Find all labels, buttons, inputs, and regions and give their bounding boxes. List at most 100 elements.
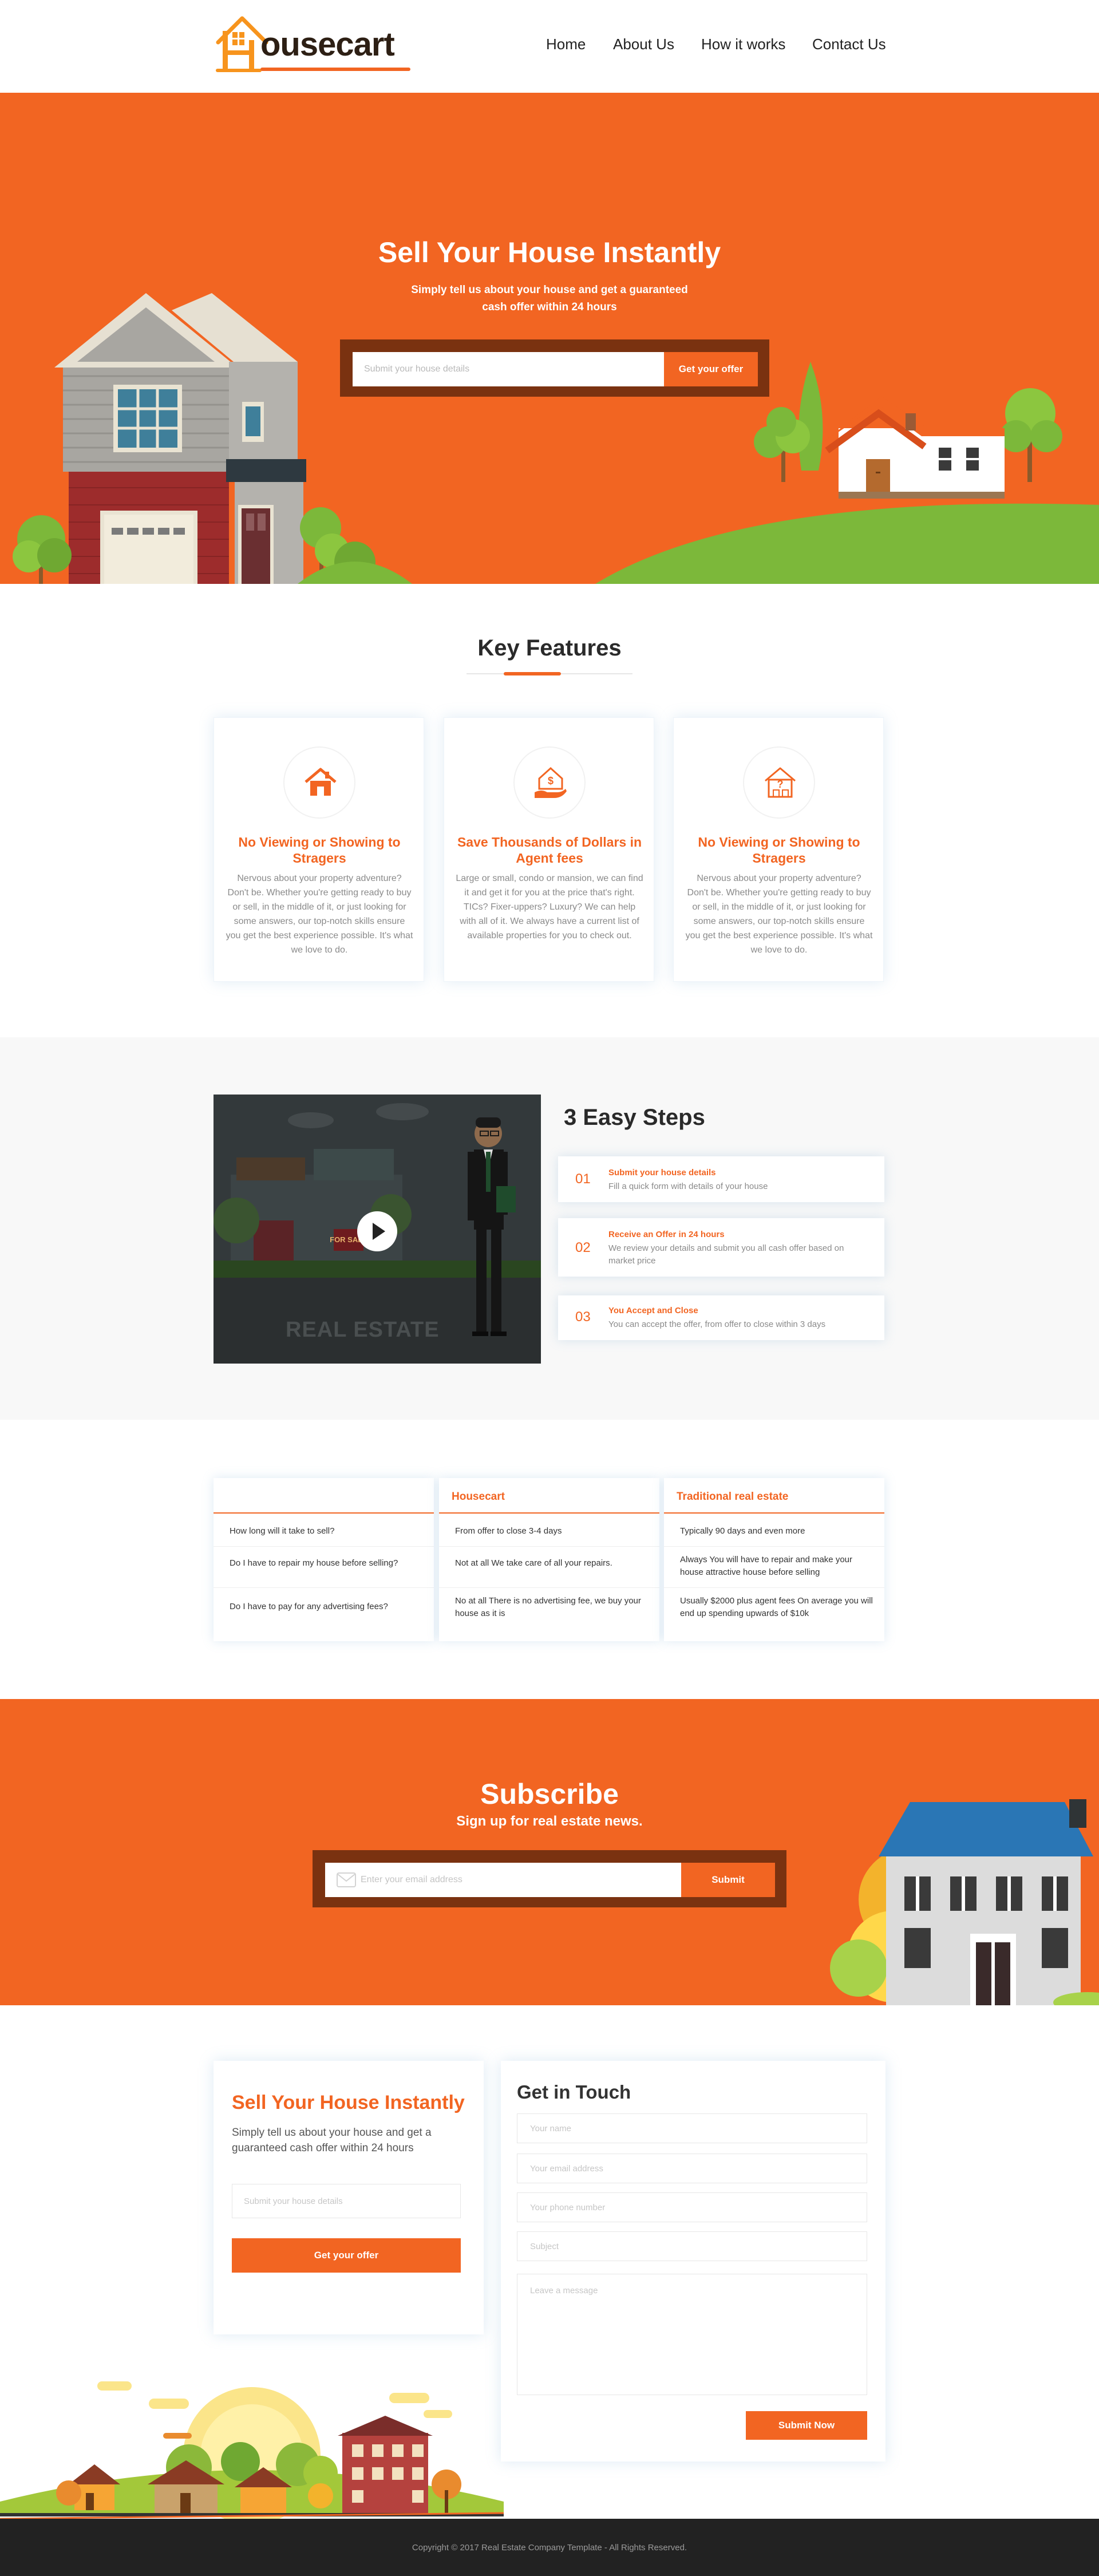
feature-icon-wrap: $ (513, 746, 586, 819)
comparison-questions-column: How long will it take to sell? Do I have… (214, 1478, 434, 1641)
site-header: ousecart Home About Us How it works Cont… (0, 0, 1099, 93)
contact-title: Get in Touch (517, 2081, 631, 2103)
play-icon[interactable] (357, 1211, 397, 1251)
step-text: Fill a quick form with details of your h… (608, 1182, 768, 1191)
steps-section (0, 1037, 1099, 1420)
feature-card: $ Save Thousands of Dollars in Agent fee… (444, 717, 654, 982)
sell-card-subtitle: Simply tell us about your house and get … (232, 2127, 432, 2154)
subscribe-submit-button[interactable]: Submit (681, 1863, 775, 1897)
step-title: You Accept and Close (608, 1306, 698, 1315)
hero-offer-form: Get your offer (340, 339, 769, 397)
comparison-cell: No at all There is no advertising fee, w… (455, 1596, 641, 1618)
comparison-cell: How long will it take to sell? (230, 1526, 335, 1536)
nav-about-us[interactable]: About Us (613, 35, 674, 53)
nav-contact-us[interactable]: Contact Us (812, 35, 886, 53)
hill-graphic (595, 503, 1099, 584)
hero-subtitle-line2: cash offer within 24 hours (482, 301, 617, 313)
contact-name-input[interactable] (517, 2113, 867, 2143)
step-text: You can accept the offer, from offer to … (608, 1319, 826, 1329)
contact-submit-button[interactable]: Submit Now (746, 2411, 867, 2440)
comparison-header (214, 1478, 434, 1514)
comparison-cell: From offer to close 3-4 days (455, 1526, 562, 1536)
features-accent-bar (504, 672, 561, 675)
sell-card-title: Sell Your House Instantly (232, 2092, 465, 2113)
steps-title: 3 Easy Steps (564, 1105, 705, 1130)
feature-text: Large or small, condo or mansion, we can… (456, 874, 643, 941)
comparison-row: Not at all We take care of all your repa… (439, 1547, 659, 1588)
comparison-cell: Usually $2000 plus agent fees On average… (680, 1596, 873, 1618)
nav-home[interactable]: Home (546, 35, 586, 53)
comparison-row: Typically 90 days and even more (664, 1515, 884, 1547)
feature-title: No Viewing or Showing to Stragers (698, 835, 860, 866)
feature-icon-wrap (283, 746, 355, 819)
comparison-header-text: Traditional real estate (677, 1491, 789, 1503)
logo-text: ousecart (260, 26, 395, 63)
question-house-icon: ? (765, 767, 796, 798)
comparison-header: Housecart (439, 1478, 659, 1514)
subscribe-form: Submit (313, 1850, 786, 1907)
step-card: 02 Receive an Offer in 24 hours We revie… (558, 1218, 884, 1277)
home-icon (305, 768, 337, 796)
mail-icon (337, 1872, 356, 1887)
subscribe-house-illustration (830, 1799, 1099, 2005)
sell-house-card: Sell Your House Instantly Simply tell us… (214, 2061, 484, 2334)
hero-section: Sell Your House Instantly Simply tell us… (0, 93, 1099, 584)
comparison-row: No at all There is no advertising fee, w… (439, 1588, 659, 1641)
feature-card: No Viewing or Showing to Stragers Nervou… (214, 717, 424, 982)
feature-card: ? No Viewing or Showing to Stragers Nerv… (673, 717, 884, 982)
hero-house-details-input[interactable] (353, 352, 664, 386)
svg-text:?: ? (777, 779, 784, 790)
subscribe-email-input[interactable] (361, 1863, 670, 1897)
svg-text:$: $ (548, 775, 554, 787)
comparison-cell: Not at all We take care of all your repa… (455, 1558, 612, 1568)
comparison-row: Always You will have to repair and make … (664, 1547, 884, 1588)
contact-form-card: Get in Touch Submit Now (501, 2061, 885, 2462)
contact-subject-input[interactable] (517, 2231, 867, 2261)
features-title: Key Features (477, 635, 622, 661)
hero-subtitle: Simply tell us about your house and get … (0, 282, 1099, 316)
sell-card-get-offer-button[interactable]: Get your offer (232, 2238, 461, 2273)
subscribe-input-wrap (325, 1863, 681, 1897)
comparison-cell: Do I have to pay for any advertising fee… (230, 1602, 388, 1611)
comparison-cell: Do I have to repair my house before sell… (230, 1558, 398, 1568)
step-title: Submit your house details (608, 1168, 716, 1178)
feature-text: Nervous about your property adventure? D… (685, 874, 873, 955)
comparison-header: Traditional real estate (664, 1478, 884, 1514)
comparison-row: Do I have to pay for any advertising fee… (214, 1588, 434, 1641)
subscribe-subtitle: Sign up for real estate news. (456, 1814, 643, 1829)
step-text: We review your details and submit you al… (608, 1243, 844, 1266)
feature-text: Nervous about your property adventure? D… (226, 874, 413, 955)
video-label: REAL ESTATE (286, 1318, 440, 1342)
hero-subtitle-line1: Simply tell us about your house and get … (411, 284, 688, 296)
subscribe-section: Subscribe Sign up for real estate news. … (0, 1699, 1099, 2005)
comparison-cell: Always You will have to repair and make … (680, 1555, 852, 1577)
hero-get-offer-button[interactable]: Get your offer (664, 352, 758, 386)
comparison-cell: Typically 90 days and even more (680, 1526, 805, 1536)
feature-title: No Viewing or Showing to Stragers (238, 835, 401, 866)
nav-how-it-works[interactable]: How it works (701, 35, 785, 53)
step-number: 03 (575, 1309, 591, 1325)
comparison-row: How long will it take to sell? (214, 1515, 434, 1547)
video-player[interactable]: FOR SALE REAL ESTATE (214, 1095, 541, 1364)
logo[interactable]: ousecart (214, 15, 420, 84)
hero-title: Sell Your House Instantly (378, 236, 721, 268)
step-number: 02 (575, 1240, 591, 1255)
step-number: 01 (575, 1171, 591, 1187)
comparison-row: Do I have to repair my house before sell… (214, 1547, 434, 1588)
feature-icon-wrap: ? (743, 746, 815, 819)
comparison-housecart-column: Housecart From offer to close 3-4 days N… (439, 1478, 659, 1641)
footer-copyright: Copyright © 2017 Real Estate Company Tem… (412, 2543, 687, 2553)
comparison-row: Usually $2000 plus agent fees On average… (664, 1588, 884, 1641)
contact-email-input[interactable] (517, 2154, 867, 2183)
contact-phone-input[interactable] (517, 2192, 867, 2222)
village-illustration (0, 2381, 504, 2524)
comparison-traditional-column: Traditional real estate Typically 90 day… (664, 1478, 884, 1641)
contact-message-textarea[interactable] (517, 2274, 867, 2395)
hero-illustration (13, 293, 1099, 584)
comparison-header-text: Housecart (452, 1491, 505, 1503)
subscribe-title: Subscribe (480, 1778, 619, 1810)
sell-card-house-details-input[interactable] (232, 2184, 461, 2218)
site-footer: Copyright © 2017 Real Estate Company Tem… (0, 2519, 1099, 2576)
comparison-row: From offer to close 3-4 days (439, 1515, 659, 1547)
step-title: Receive an Offer in 24 hours (608, 1230, 725, 1239)
